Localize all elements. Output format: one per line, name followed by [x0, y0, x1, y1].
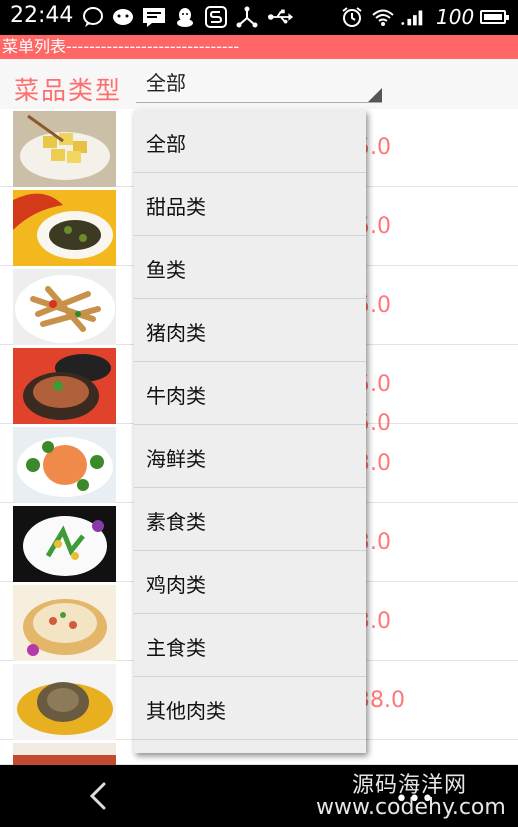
alarm-icon: [339, 5, 365, 29]
battery-percent: 100: [436, 5, 475, 29]
dropdown-option[interactable]: 牛肉类: [134, 362, 366, 425]
dish-thumbnail: [13, 269, 116, 345]
page-title: 菜单列表------------------------------: [0, 35, 518, 59]
dropdown-option[interactable]: 猪肉类: [134, 299, 366, 362]
app-screen: 22:44 100 菜单列表--------------------------…: [0, 0, 518, 827]
dish-thumbnail: [13, 190, 116, 266]
message-icon: [141, 5, 167, 29]
status-bar: 22:44 100: [0, 0, 518, 35]
category-spinner[interactable]: 全部: [134, 59, 384, 107]
chat-bubble-icon: [80, 5, 106, 29]
back-arrow-icon[interactable]: [86, 781, 112, 811]
category-label: 菜品类型: [14, 76, 123, 105]
dish-thumbnail: [13, 348, 116, 424]
usb-icon: [268, 5, 294, 29]
dropdown-option[interactable]: 全部: [134, 110, 366, 173]
navigation-bar: ••• 源码海洋网 www.codehy.com: [0, 765, 518, 827]
dish-thumbnail: [13, 585, 116, 661]
category-filter-row: 菜品类型 全部: [0, 59, 518, 109]
dish-thumbnail: [13, 664, 116, 740]
battery-icon: [480, 10, 509, 24]
s-app-icon: [203, 5, 229, 29]
dropdown-option[interactable]: 海鲜类: [134, 425, 366, 488]
dropdown-option[interactable]: 素食类: [134, 488, 366, 551]
dropdown-option[interactable]: 其他肉类: [134, 677, 366, 740]
share-icon: [234, 5, 260, 29]
dropdown-option[interactable]: 鱼类: [134, 236, 366, 299]
dish-thumbnail: [13, 111, 116, 187]
dish-thumbnail: [13, 427, 116, 503]
dropdown-option[interactable]: 鸡肉类: [134, 551, 366, 614]
watermark-url: www.codehy.com: [316, 795, 506, 820]
dropdown-option[interactable]: 主食类: [134, 614, 366, 677]
signal-icon: [400, 5, 426, 29]
dish-thumbnail: [13, 743, 116, 765]
spinner-underline: [136, 102, 382, 103]
wifi-icon: [370, 5, 396, 29]
qq-penguin-icon: [172, 5, 198, 29]
spinner-arrow-icon: [368, 88, 382, 102]
category-dropdown[interactable]: 全部 甜品类 鱼类 猪肉类 牛肉类 海鲜类 素食类 鸡肉类 主食类 其他肉类: [134, 110, 366, 753]
wechat-icon: [110, 5, 136, 29]
status-time: 22:44: [10, 3, 74, 28]
dish-thumbnail: [13, 506, 116, 582]
spinner-selected-value: 全部: [146, 71, 186, 95]
dropdown-option[interactable]: 甜品类: [134, 173, 366, 236]
